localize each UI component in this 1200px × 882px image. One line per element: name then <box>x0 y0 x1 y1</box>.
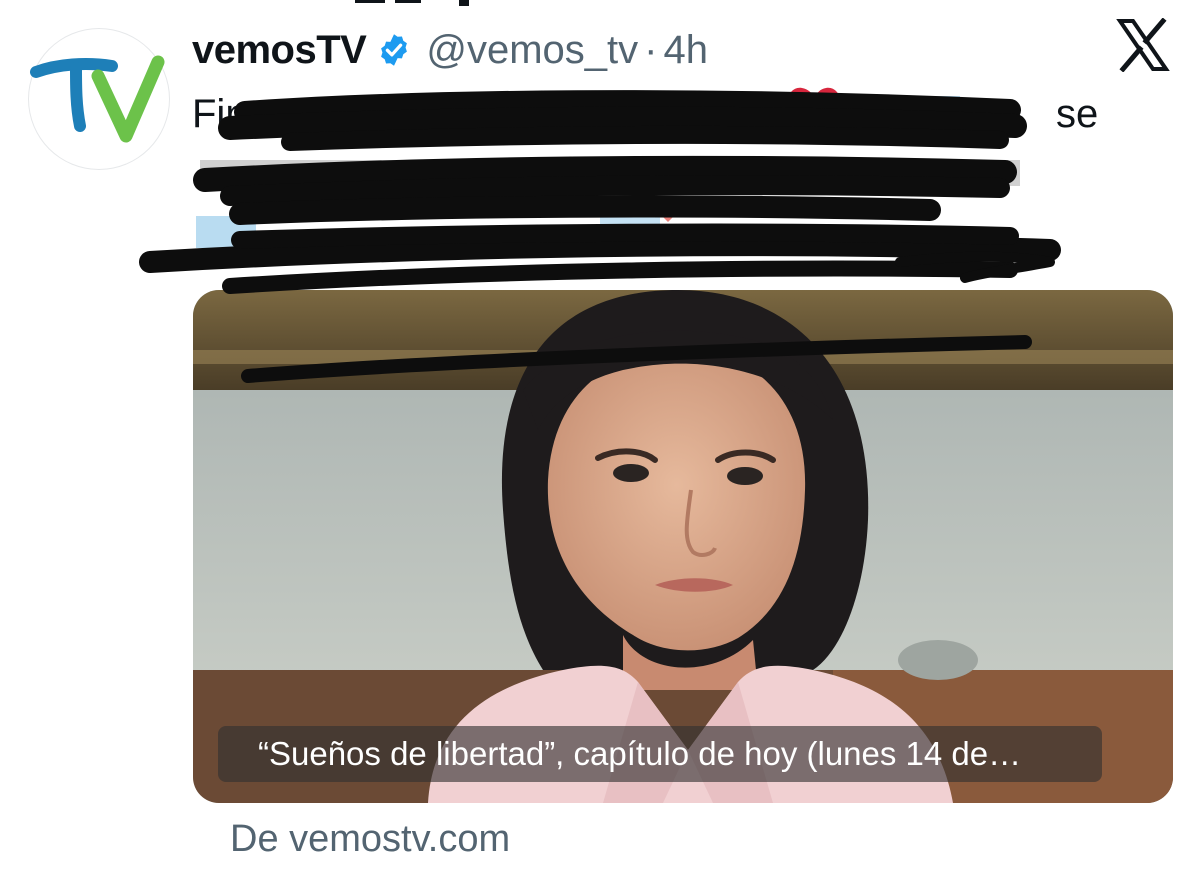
card-caption: “Sueños de libertad”, capítulo de hoy (l… <box>218 726 1102 782</box>
tweet-text-start: Fina <box>192 92 270 136</box>
avatar[interactable] <box>28 28 170 170</box>
broken-heart-emoji <box>786 84 842 140</box>
link-source[interactable]: De vemostv.com <box>230 818 510 861</box>
tweet-text-end: se <box>1056 92 1099 136</box>
link-card[interactable]: “Sueños de libertad”, capítulo de hoy (l… <box>193 290 1173 803</box>
previous-post-fragment <box>355 0 475 8</box>
display-name[interactable]: vemosTV <box>192 28 367 73</box>
tweet-header: vemosTV @vemos_tv · 4h <box>192 22 708 78</box>
handle[interactable]: @vemos_tv <box>426 28 638 73</box>
timestamp[interactable]: 4h <box>663 28 708 73</box>
verified-badge-icon <box>376 32 412 68</box>
separator: · <box>644 27 658 72</box>
x-logo-icon[interactable] <box>1116 17 1170 73</box>
vemostv-logo <box>30 55 165 143</box>
